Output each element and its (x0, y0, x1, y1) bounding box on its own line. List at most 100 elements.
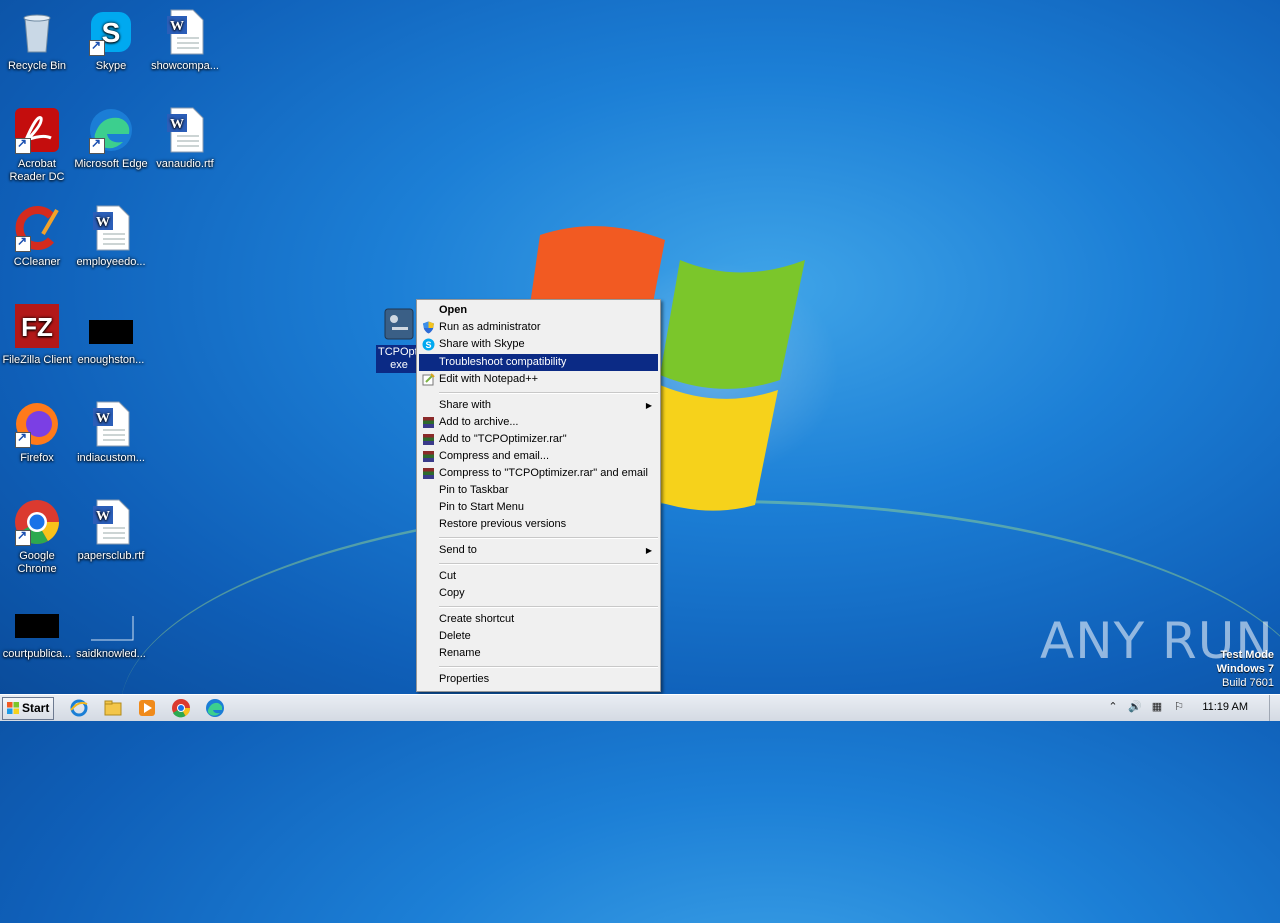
black-file-icon (13, 596, 61, 644)
shortcut-arrow-icon (89, 137, 105, 154)
menu-item-copy[interactable]: Copy (419, 585, 658, 602)
desktop-icon-label: showcompa... (151, 60, 219, 72)
menu-item-create-shortcut[interactable]: Create shortcut (419, 611, 658, 628)
acrobat-icon (13, 106, 61, 154)
test-mode-text: Test Mode Windows 7 Build 7601 (1216, 649, 1274, 689)
menu-separator (439, 563, 658, 565)
menu-item-share-with[interactable]: Share with ▶ (419, 397, 658, 414)
black-file-icon (87, 302, 135, 350)
desktop-icon-employeedo[interactable]: W employeedo... (74, 204, 148, 269)
desktop-icon-label: FileZilla Client (2, 354, 72, 366)
ccleaner-icon (13, 204, 61, 252)
menu-item-pin-to-start-menu[interactable]: Pin to Start Menu (419, 499, 658, 516)
desktop-icon-indiacustom[interactable]: W indiacustom... (74, 400, 148, 465)
desktop-icon-filezilla[interactable]: FZ FileZilla Client (0, 302, 74, 367)
menu-item-properties[interactable]: Properties (419, 671, 658, 688)
windows-flag-icon (7, 702, 19, 714)
submenu-arrow-icon: ▶ (645, 546, 652, 555)
file-explorer-icon[interactable] (103, 698, 123, 718)
edge-icon (87, 106, 135, 154)
volume-icon[interactable]: 🔊 (1128, 700, 1142, 714)
desktop-icon-edge[interactable]: Microsoft Edge (74, 106, 148, 171)
desktop-icon-firefox[interactable]: Firefox (0, 400, 74, 465)
shortcut-arrow-icon (15, 137, 31, 154)
uac-shield-icon (422, 321, 435, 334)
menu-item-restore-previous-versions[interactable]: Restore previous versions (419, 516, 658, 533)
menu-item-open[interactable]: Open (419, 302, 658, 319)
desktop-icon-papersclub[interactable]: W papersclub.rtf (74, 498, 148, 563)
svg-text:S: S (425, 340, 431, 350)
menu-separator (439, 606, 658, 608)
desktop-icon-enoughston[interactable]: enoughston... (74, 302, 148, 367)
menu-item-send-to[interactable]: Send to ▶ (419, 542, 658, 559)
desktop-icon-saidknowled[interactable]: saidknowled... (74, 596, 148, 661)
action-center-flag-icon[interactable]: ⚐ (1172, 700, 1186, 714)
desktop-icon-vanaudio[interactable]: W vanaudio.rtf (148, 106, 222, 171)
svg-text:W: W (170, 117, 184, 132)
desktop-icon-recycle-bin[interactable]: Recycle Bin (0, 8, 74, 73)
recycle-bin-icon (13, 8, 61, 56)
skype-icon: S (87, 8, 135, 56)
svg-text:W: W (96, 509, 110, 524)
desktop-icon-label: saidknowled... (76, 648, 146, 660)
context-menu: Open Run as administrator S Share with S… (416, 299, 661, 692)
network-icon[interactable]: ▦ (1150, 700, 1164, 714)
desktop-icon-chrome[interactable]: Google Chrome (0, 498, 74, 576)
desktop-icon-label: employeedo... (76, 256, 146, 268)
filezilla-icon: FZ (13, 302, 61, 350)
winrar-icon (422, 416, 435, 429)
tcpoptimizer-icon (382, 305, 416, 345)
shortcut-arrow-icon (89, 39, 105, 56)
menu-item-add-to-archive[interactable]: Add to archive... (419, 414, 658, 431)
edge-icon[interactable] (205, 698, 225, 718)
desktop-icon-courtpublica[interactable]: courtpublica... (0, 596, 74, 661)
menu-item-pin-to-taskbar[interactable]: Pin to Taskbar (419, 482, 658, 499)
shortcut-arrow-icon (15, 235, 31, 252)
show-desktop-button[interactable] (1269, 695, 1280, 721)
shortcut-arrow-icon (15, 529, 31, 546)
chrome-icon (13, 498, 61, 546)
show-hidden-icons-icon[interactable]: ⌃ (1106, 700, 1120, 714)
firefox-icon (13, 400, 61, 448)
menu-item-share-with-skype[interactable]: S Share with Skype (419, 336, 658, 353)
desktop-icon-label: Google Chrome (17, 550, 57, 575)
menu-item-compress-to-rar-and-email[interactable]: Compress to "TCPOptimizer.rar" and email (419, 465, 658, 482)
winrar-icon (422, 450, 435, 463)
shortcut-arrow-icon (15, 431, 31, 448)
desktop-icon-ccleaner[interactable]: CCleaner (0, 204, 74, 269)
desktop-icon-label: CCleaner (13, 256, 61, 268)
desktop-icon-label: Microsoft Edge (74, 158, 148, 170)
desktop-icon-showcompa[interactable]: W showcompa... (148, 8, 222, 73)
menu-item-compress-and-email[interactable]: Compress and email... (419, 448, 658, 465)
svg-text:W: W (96, 215, 110, 230)
menu-separator (439, 537, 658, 539)
menu-separator (439, 666, 658, 668)
desktop-icon-label: enoughston... (77, 354, 145, 366)
menu-item-add-to-rar[interactable]: Add to "TCPOptimizer.rar" (419, 431, 658, 448)
media-player-icon[interactable] (137, 698, 157, 718)
winrar-icon (422, 433, 435, 446)
menu-item-delete[interactable]: Delete (419, 628, 658, 645)
desktop-icon-acrobat[interactable]: Acrobat Reader DC (0, 106, 74, 184)
word-document-icon: W (87, 400, 135, 448)
menu-item-run-as-administrator[interactable]: Run as administrator (419, 319, 658, 336)
taskbar-clock[interactable]: 11:19 AM (1202, 701, 1248, 713)
word-document-icon: W (161, 106, 209, 154)
word-document-icon: W (87, 498, 135, 546)
blank-file-icon (87, 596, 135, 644)
chrome-icon[interactable] (171, 698, 191, 718)
taskbar: Start ⌃ 🔊 ▦ ⚐ 11:19 AM (0, 694, 1280, 721)
menu-item-cut[interactable]: Cut (419, 568, 658, 585)
internet-explorer-icon[interactable] (69, 698, 89, 718)
menu-item-troubleshoot-compatibility[interactable]: Troubleshoot compatibility (419, 354, 658, 371)
start-button[interactable]: Start (2, 697, 54, 720)
menu-item-rename[interactable]: Rename (419, 645, 658, 662)
word-document-icon: W (87, 204, 135, 252)
winrar-icon (422, 467, 435, 480)
desktop-icon-label: Skype (95, 60, 127, 72)
desktop-icon-skype[interactable]: S Skype (74, 8, 148, 73)
svg-text:W: W (170, 19, 184, 34)
menu-item-edit-with-notepadpp[interactable]: Edit with Notepad++ (419, 371, 658, 388)
desktop-icon-label: Firefox (20, 452, 54, 464)
notepadpp-icon (422, 373, 435, 386)
